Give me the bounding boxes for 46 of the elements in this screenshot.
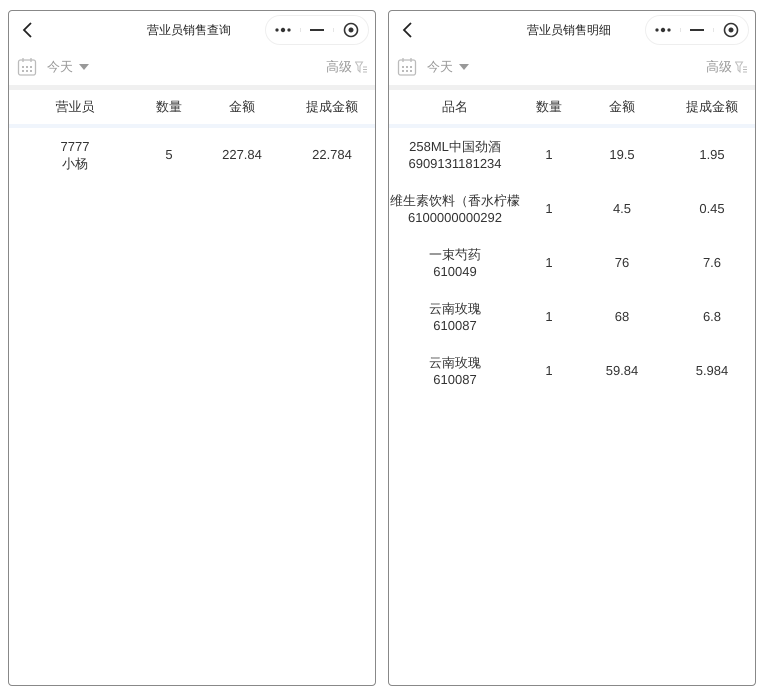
advanced-filter-button[interactable]: 高级	[326, 57, 367, 77]
table-cell-text: 7777 小杨	[60, 138, 90, 172]
table-cell-text: 1	[544, 362, 554, 380]
page-title: 营业员销售查询	[146, 22, 232, 39]
table-cell-text: 5.984	[694, 362, 730, 380]
column-header: 品名	[441, 98, 469, 116]
table-cell-text: 云南玫瑰 610087	[428, 300, 482, 334]
minimize-button[interactable]	[680, 28, 714, 32]
table-cell-text: 19.5	[608, 146, 636, 164]
minimize-button[interactable]	[300, 28, 334, 32]
table-cell-text: 59.84	[604, 362, 640, 380]
column-header: 数量	[535, 98, 563, 116]
date-dropdown[interactable]: 今天	[47, 57, 89, 77]
table-cell-text: 7.6	[702, 254, 722, 272]
table-cell-text: 1	[544, 308, 554, 326]
table-cell-text: 76	[614, 254, 630, 272]
table-cell-text: 1	[544, 254, 554, 272]
date-dropdown[interactable]: 今天	[427, 57, 469, 77]
minimize-icon	[310, 28, 324, 32]
column-header: 金额	[608, 98, 636, 116]
table-cell-text: 1	[544, 200, 554, 218]
table-cell-text: 68	[614, 308, 630, 326]
table-cell-text: 1	[544, 146, 554, 164]
table-cell-text: 1.95	[698, 146, 726, 164]
column-header: 数量	[155, 98, 183, 116]
table-cell: 维生素饮料（香水柠檬 6100000000292	[389, 192, 521, 226]
filter-icon	[735, 61, 747, 73]
column-header: 提成金额	[685, 98, 739, 116]
minimize-icon	[690, 28, 704, 32]
column-header: 营业员	[54, 98, 96, 116]
column-header: 金额	[228, 98, 256, 116]
table-cell-text: 0.45	[698, 200, 726, 218]
filter-icon	[355, 61, 367, 73]
table-cell-text: 一束芍药 610049	[428, 246, 482, 280]
page-title: 营业员销售明细	[526, 22, 612, 39]
table-cell-text: 4.5	[612, 200, 632, 218]
table-cell-text: 258ML中国劲酒 6909131181234	[407, 138, 503, 172]
table-cell-text: 5	[164, 146, 174, 164]
table-cell-text: 22.784	[311, 146, 353, 164]
advanced-filter-button[interactable]: 高级	[706, 57, 747, 77]
caret-icon	[459, 64, 469, 70]
table-cell-text: 6.8	[702, 308, 722, 326]
caret-icon	[79, 64, 89, 70]
column-header: 提成金额	[305, 98, 359, 116]
table-cell-text: 227.84	[221, 146, 263, 164]
table-cell-text: 云南玫瑰 610087	[428, 354, 482, 388]
